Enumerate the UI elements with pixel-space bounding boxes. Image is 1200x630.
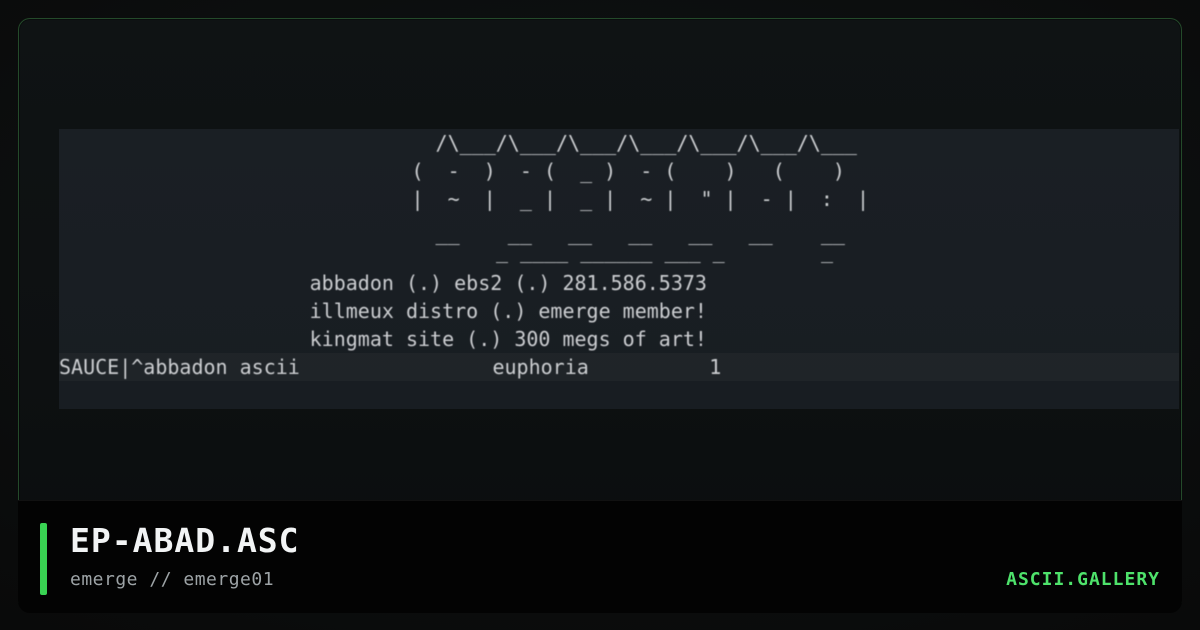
og-card: /\___/\___/\___/\___/\___/\___/\___ ( - … <box>0 0 1200 630</box>
ascii-line-7: illmeux distro (.) emerge member! <box>129 299 707 323</box>
artwork-subtitle: emerge // emerge01 <box>70 569 275 590</box>
ascii-line-1: /\___/\___/\___/\___/\___/\___/\___ <box>279 131 857 155</box>
caption-bar: EP-ABAD.ASC emerge // emerge01 ASCII.GAL… <box>18 500 1182 613</box>
ascii-line-2: ( - ) - ( _ ) - ( ) ( ) <box>267 159 845 183</box>
artwork-title: EP-ABAD.ASC <box>70 521 300 560</box>
ascii-line-8: kingmat site (.) 300 megs of art! <box>129 327 707 351</box>
ascii-line-6: abbadon (.) ebs2 (.) 281.586.5373 <box>129 271 707 295</box>
ascii-art: /\___/\___/\___/\___/\___/\___/\___ ( - … <box>59 129 1179 409</box>
accent-bar <box>40 523 47 595</box>
ascii-line-5: _ ____ ______ ___ _ _ <box>219 239 834 263</box>
ascii-preview: /\___/\___/\___/\___/\___/\___/\___ ( - … <box>59 129 1179 409</box>
site-brand: ASCII.GALLERY <box>1006 569 1160 590</box>
ascii-line-3: | ~ | _ | _ | ~ | " | - | : | <box>267 187 870 211</box>
sauce-line: SAUCE|^abbadon ascii euphoria 1 <box>59 355 722 379</box>
